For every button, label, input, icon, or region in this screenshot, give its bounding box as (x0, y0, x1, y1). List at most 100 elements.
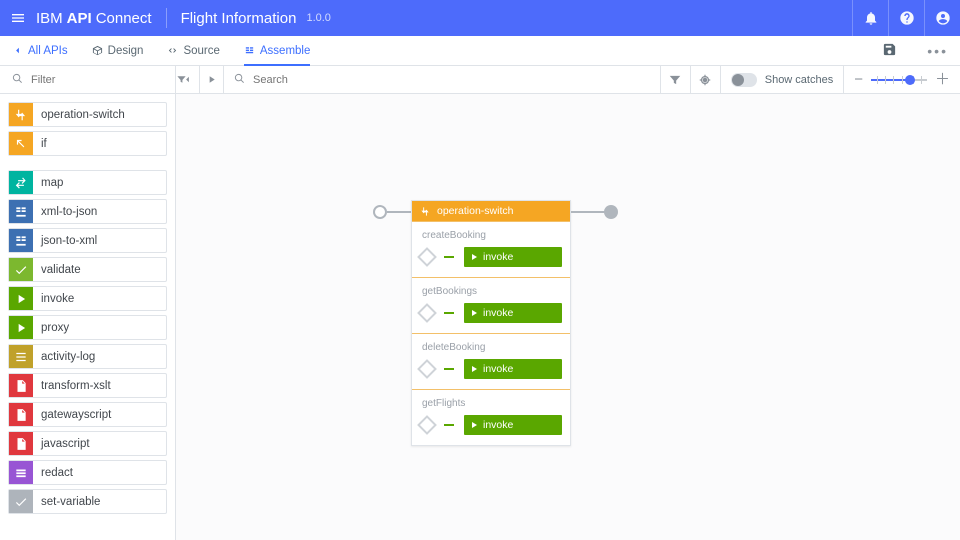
case-name: deleteBooking (422, 342, 562, 353)
show-catches-label: Show catches (765, 74, 833, 86)
header-divider (166, 8, 167, 28)
palette-item-xml-to-json[interactable]: xml-to-json (8, 199, 167, 224)
arrow-out-icon (9, 132, 33, 155)
run-button[interactable] (200, 66, 224, 94)
invoke-label: invoke (483, 419, 513, 431)
canvas-search-input[interactable] (251, 73, 660, 87)
tab-design-label: Design (108, 45, 144, 57)
invoke-node[interactable]: invoke (464, 359, 562, 379)
tab-assemble[interactable]: Assemble (244, 36, 311, 66)
branch-icon (420, 206, 431, 217)
case-deleteBooking[interactable]: deleteBooking invoke (412, 333, 570, 389)
save-button[interactable] (876, 42, 903, 60)
palette-item-javascript[interactable]: javascript (8, 431, 167, 456)
flow-end-node[interactable] (604, 205, 618, 219)
transform-icon (9, 200, 33, 223)
palette-item-label: xml-to-json (33, 206, 97, 218)
palette-item-map[interactable]: map (8, 170, 167, 195)
zoom-out-button[interactable]: − (854, 72, 863, 87)
more-menu-button[interactable]: ••• (927, 43, 948, 59)
notifications-button[interactable] (852, 0, 888, 36)
transform-icon (9, 229, 33, 252)
tab-assemble-label: Assemble (260, 45, 311, 57)
palette-item-label: if (33, 138, 47, 150)
palette-filter-input[interactable] (29, 73, 175, 87)
palette-item-label: map (33, 177, 63, 189)
brand: IBM API Connect (36, 10, 152, 27)
invoke-node[interactable]: invoke (464, 247, 562, 267)
check-icon (9, 258, 33, 281)
bars-icon (9, 461, 33, 484)
palette-item-set-variable[interactable]: set-variable (8, 489, 167, 514)
all-apis-link[interactable]: All APIs (12, 36, 68, 66)
brand-api: API (67, 10, 92, 27)
account-button[interactable] (924, 0, 960, 36)
zoom-slider[interactable] (871, 79, 927, 81)
tool-filter-button[interactable] (660, 66, 690, 94)
flow-wire (444, 312, 454, 314)
play-icon (472, 422, 477, 428)
flow-wire (387, 211, 411, 213)
play-icon (9, 287, 33, 310)
palette-item-label: operation-switch (33, 109, 125, 121)
flow-start-node[interactable] (373, 205, 387, 219)
history-back-button[interactable] (176, 66, 200, 94)
palette-item-proxy[interactable]: proxy (8, 315, 167, 340)
case-getFlights[interactable]: getFlights invoke (412, 389, 570, 445)
case-getBookings[interactable]: getBookingsinvoke (412, 277, 570, 333)
palette-item-validate[interactable]: validate (8, 257, 167, 282)
tab-source-label: Source (183, 45, 219, 57)
branch-icon (9, 103, 33, 126)
main-menu-button[interactable] (0, 0, 36, 36)
doc-icon (9, 403, 33, 426)
flow-wire (444, 368, 454, 370)
palette-item-activity-log[interactable]: activity-log (8, 344, 167, 369)
tab-source[interactable]: Source (167, 36, 219, 66)
help-button[interactable] (888, 0, 924, 36)
invoke-label: invoke (483, 363, 513, 375)
show-catches-toggle[interactable] (731, 73, 757, 87)
invoke-node[interactable]: invoke (464, 415, 562, 435)
play-icon (472, 310, 477, 316)
palette-item-label: validate (33, 264, 81, 276)
palette-item-label: javascript (33, 438, 90, 450)
brand-connect: Connect (96, 10, 152, 27)
palette-item-transform-xslt[interactable]: transform-xslt (8, 373, 167, 398)
condition-icon (417, 247, 437, 267)
palette-item-label: set-variable (33, 496, 100, 508)
condition-icon (417, 359, 437, 379)
check-icon (9, 490, 33, 513)
palette-item-label: json-to-xml (33, 235, 97, 247)
palette-item-label: invoke (33, 293, 74, 305)
case-createBooking[interactable]: createBooking invoke (412, 221, 570, 277)
condition-icon (417, 303, 437, 323)
case-name: createBooking (422, 230, 562, 241)
search-icon (234, 73, 245, 87)
palette-item-invoke[interactable]: invoke (8, 286, 167, 311)
all-apis-label: All APIs (28, 45, 68, 57)
play-icon (472, 366, 477, 372)
palette-item-if[interactable]: if (8, 131, 167, 156)
condition-icon (417, 415, 437, 435)
palette-item-label: redact (33, 467, 73, 479)
palette-item-label: activity-log (33, 351, 95, 363)
palette-item-operation-switch[interactable]: operation-switch (8, 102, 167, 127)
invoke-label: invoke (483, 307, 513, 319)
doc-icon (9, 374, 33, 397)
operation-switch-node[interactable]: operation-switch createBookinginvokegetB… (411, 200, 571, 446)
search-icon (12, 73, 23, 87)
tool-target-button[interactable] (690, 66, 720, 94)
invoke-node[interactable]: invoke (464, 303, 562, 323)
palette-item-json-to-xml[interactable]: json-to-xml (8, 228, 167, 253)
palette-item-redact[interactable]: redact (8, 460, 167, 485)
palette-item-gatewayscript[interactable]: gatewayscript (8, 402, 167, 427)
assembly-canvas[interactable]: operation-switch createBookinginvokegetB… (176, 94, 960, 540)
palette-item-label: proxy (33, 322, 69, 334)
flow-wire (444, 424, 454, 426)
tab-design[interactable]: Design (92, 36, 144, 66)
flow-wire (444, 256, 454, 258)
case-name: getFlights (422, 398, 562, 409)
palette-sidebar: operation-switch if map xml-to-json json-to-… (0, 94, 176, 540)
zoom-in-button[interactable]: ＋ (935, 72, 950, 87)
brand-ibm: IBM (36, 10, 63, 27)
